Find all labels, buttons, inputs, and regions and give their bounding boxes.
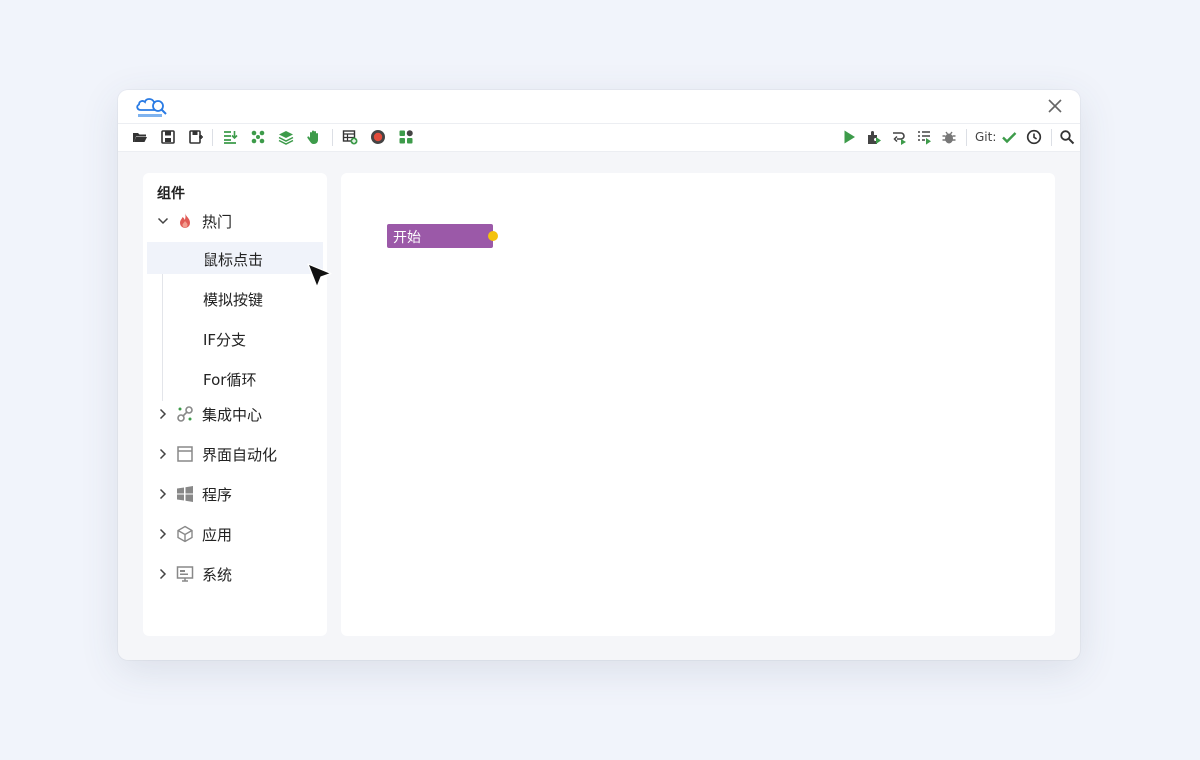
item-label: For循环 — [203, 371, 257, 389]
debug-icon[interactable] — [941, 129, 957, 145]
component-item-key-press[interactable]: 模拟按键 — [147, 282, 323, 314]
category-label: 集成中心 — [202, 406, 263, 424]
run-step-icon[interactable] — [916, 129, 932, 145]
record-icon[interactable] — [370, 129, 386, 145]
history-icon[interactable] — [1026, 129, 1042, 145]
toolbar: Git: — [118, 124, 1080, 152]
chevron-right-icon — [159, 448, 167, 460]
run-icon[interactable] — [841, 129, 857, 145]
close-icon[interactable] — [1046, 97, 1064, 115]
item-label: 模拟按键 — [203, 291, 264, 309]
category-label: 热门 — [202, 213, 233, 231]
check-icon[interactable] — [1001, 129, 1017, 145]
open-folder-icon[interactable] — [132, 129, 148, 145]
run-loop-icon[interactable] — [891, 129, 907, 145]
windows-icon — [177, 486, 193, 502]
apps-icon[interactable] — [398, 129, 414, 145]
fire-icon — [180, 213, 190, 228]
item-label: IF分支 — [203, 331, 247, 349]
import-icon[interactable] — [222, 129, 238, 145]
sidebar-category-hot[interactable]: 热门 — [143, 206, 327, 236]
chevron-down-icon — [157, 217, 169, 225]
cloud-search-logo-icon — [136, 98, 167, 117]
cube-icon — [177, 525, 193, 543]
sidebar-title: 组件 — [157, 186, 185, 202]
chevron-right-icon — [159, 488, 167, 500]
hand-icon[interactable] — [306, 129, 322, 145]
save-icon[interactable] — [160, 129, 176, 145]
components-icon[interactable] — [250, 129, 266, 145]
start-node[interactable]: 开始 — [387, 224, 498, 248]
link-icon — [177, 406, 193, 422]
sidebar-category-ui-automation[interactable]: 界面自动化 — [143, 439, 327, 469]
table-add-icon[interactable] — [342, 129, 358, 145]
component-item-for-loop[interactable]: For循环 — [147, 362, 323, 394]
output-port[interactable] — [488, 231, 498, 241]
flow-canvas[interactable]: 开始 — [341, 173, 1055, 636]
app-window: Git: 组件 热门 鼠标点击 模拟按键 IF分支 For循环 集成中心 界面自… — [118, 90, 1080, 660]
window-icon — [177, 446, 193, 462]
item-label: 鼠标点击 — [203, 251, 264, 269]
chevron-right-icon — [159, 568, 167, 580]
category-label: 界面自动化 — [202, 446, 278, 464]
component-item-mouse-click[interactable]: 鼠标点击 — [147, 242, 323, 274]
sidebar-category-system[interactable]: 系统 — [143, 559, 327, 589]
component-sidebar: 组件 热门 鼠标点击 模拟按键 IF分支 For循环 集成中心 界面自动化 程序… — [143, 173, 327, 636]
sidebar-category-program[interactable]: 程序 — [143, 479, 327, 509]
component-item-if-branch[interactable]: IF分支 — [147, 322, 323, 354]
category-label: 系统 — [202, 566, 233, 584]
mouse-cursor-icon — [307, 263, 332, 288]
chevron-right-icon — [159, 528, 167, 540]
category-label: 程序 — [202, 486, 233, 504]
save-as-icon[interactable] — [188, 129, 204, 145]
monitor-icon — [176, 566, 194, 582]
title-bar — [118, 90, 1080, 124]
search-icon[interactable] — [1059, 129, 1075, 145]
run-plugin-icon[interactable] — [866, 129, 882, 145]
chevron-right-icon — [159, 408, 167, 420]
layers-icon[interactable] — [278, 129, 294, 145]
category-label: 应用 — [202, 526, 233, 544]
sidebar-category-integration[interactable]: 集成中心 — [143, 399, 327, 429]
git-label: Git: — [975, 130, 997, 144]
sidebar-category-app[interactable]: 应用 — [143, 519, 327, 549]
start-node-label: 开始 — [393, 230, 421, 246]
